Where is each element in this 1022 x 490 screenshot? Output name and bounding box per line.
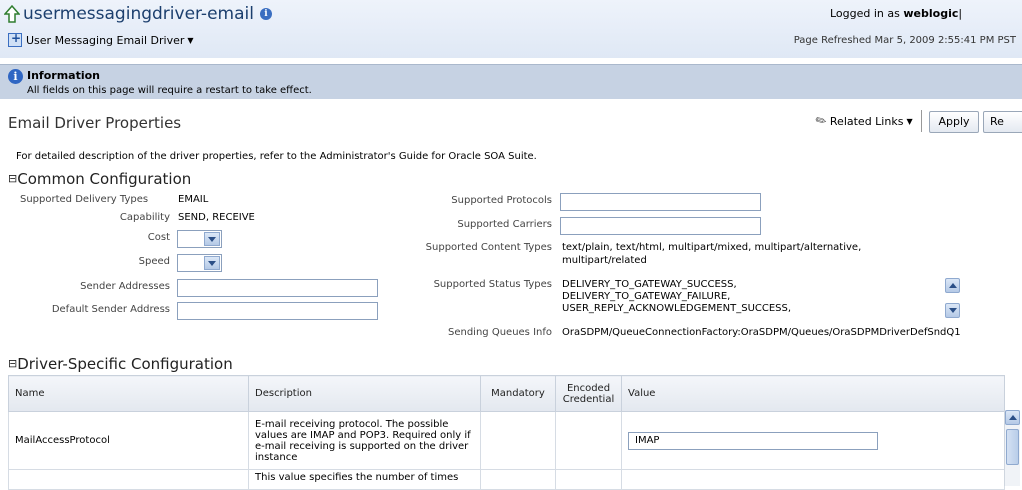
driver-configuration-header[interactable]: ⊟Driver-Specific Configuration [8, 355, 233, 373]
capability-label: Capability [119, 212, 170, 223]
status-type-item: DELIVERY_TO_GATEWAY_FAILURE, [562, 291, 731, 302]
column-header-mandatory[interactable]: Mandatory [480, 375, 556, 412]
sending-queues-label: Sending Queues Info [448, 327, 552, 338]
sending-queues-value: OraSDPM/QueueConnectionFactory:OraSDPM/Q… [562, 327, 961, 338]
related-links-menu[interactable]: ✎ Related Links ▼ [812, 112, 913, 131]
driver-icon [8, 31, 22, 47]
collapse-icon[interactable]: ⊟ [8, 357, 17, 370]
supported-content-types-label: Supported Content Types [425, 242, 552, 253]
capability-value: SEND, RECEIVE [178, 212, 255, 223]
paperclip-icon: ✎ [812, 112, 830, 131]
column-header-name[interactable]: Name [8, 375, 249, 412]
common-configuration-title: Common Configuration [17, 170, 192, 188]
username-link[interactable]: weblogic [903, 7, 958, 20]
related-links-label[interactable]: Related Links [830, 115, 904, 128]
information-icon: i [8, 69, 23, 84]
title-row: usermessagingdriver-email i [4, 4, 272, 24]
speed-label: Speed [138, 256, 170, 267]
page-header: usermessagingdriver-email i User Messagi… [0, 0, 1022, 58]
chevron-down-icon[interactable]: ▼ [187, 36, 193, 45]
page-refreshed: Page Refreshed Mar 5, 2009 2:55:41 PM PS… [793, 35, 1016, 46]
column-header-value[interactable]: Value [621, 375, 1005, 412]
target-menu-label[interactable]: User Messaging Email Driver [26, 34, 184, 47]
common-configuration-header[interactable]: ⊟Common Configuration [8, 170, 191, 188]
scroll-up-icon[interactable] [945, 278, 960, 293]
supported-content-types-value-1: text/plain, text/html, multipart/mixed, … [562, 242, 862, 253]
chevron-down-icon[interactable] [204, 256, 220, 270]
status-type-item: USER_REPLY_ACKNOWLEDGEMENT_SUCCESS, [562, 303, 792, 314]
supported-protocols-label: Supported Protocols [451, 195, 552, 206]
collapse-icon[interactable]: ⊟ [8, 172, 17, 185]
supported-carriers-label: Supported Carriers [457, 219, 552, 230]
encoded-credential-cell [555, 411, 622, 470]
driver-configuration-title: Driver-Specific Configuration [17, 355, 233, 373]
cost-label: Cost [147, 232, 170, 243]
up-arrow-icon[interactable] [4, 5, 20, 23]
column-header-description[interactable]: Description [248, 375, 481, 412]
property-description: E-mail receiving protocol. The possible … [248, 411, 481, 470]
property-description: This value specifies the number of times [248, 469, 481, 490]
table-row[interactable]: This value specifies the number of times [8, 469, 1005, 490]
information-title: Information [27, 69, 100, 82]
default-sender-input[interactable] [177, 302, 378, 320]
target-menu[interactable]: User Messaging Email Driver ▼ [8, 31, 194, 47]
chevron-down-icon[interactable]: ▼ [906, 117, 912, 126]
information-banner: i Information All fields on this page wi… [0, 64, 1022, 99]
table-header-row: Name Description Mandatory Encoded Crede… [8, 375, 1005, 412]
supported-status-types-label: Supported Status Types [433, 279, 552, 290]
page-title: Email Driver Properties [8, 114, 182, 132]
scroll-up-icon[interactable] [1005, 410, 1020, 425]
toolbar-divider [921, 110, 922, 132]
info-icon[interactable]: i [259, 8, 272, 20]
login-status: Logged in as weblogic| [830, 7, 963, 20]
page-description: For detailed description of the driver p… [16, 151, 537, 162]
delivery-types-label: Supported Delivery Types [20, 194, 149, 205]
encoded-credential-cell [555, 469, 622, 490]
logged-in-label: Logged in as [830, 7, 900, 20]
cost-select[interactable] [177, 230, 222, 248]
column-header-encoded-credential[interactable]: Encoded Credential [555, 375, 622, 412]
speed-select[interactable] [177, 254, 222, 272]
table-row[interactable]: MailAccessProtocol E-mail receiving prot… [8, 411, 1005, 470]
property-name [8, 469, 249, 490]
supported-protocols-input[interactable] [560, 193, 761, 211]
value-cell [621, 469, 1005, 490]
delivery-types-value: EMAIL [178, 194, 209, 205]
sender-addresses-input[interactable] [177, 279, 378, 297]
chevron-down-icon[interactable] [204, 232, 220, 246]
status-type-item: DELIVERY_TO_GATEWAY_SUCCESS, [562, 279, 737, 290]
information-text: All fields on this page will require a r… [27, 85, 312, 96]
driver-properties-table: Name Description Mandatory Encoded Crede… [8, 375, 1005, 490]
table-scrollbar[interactable] [1004, 410, 1020, 486]
default-sender-label: Default Sender Address [51, 304, 170, 315]
value-cell: IMAP [621, 411, 1005, 470]
scroll-down-icon[interactable] [945, 303, 960, 318]
property-name: MailAccessProtocol [8, 411, 249, 470]
supported-content-types-value-2: multipart/related [562, 255, 647, 266]
app-title: usermessagingdriver-email [23, 4, 254, 24]
sender-addresses-label: Sender Addresses [80, 281, 170, 292]
apply-button[interactable]: Apply [929, 111, 979, 133]
mandatory-cell [480, 411, 556, 470]
scrollbar-thumb[interactable] [1006, 429, 1019, 465]
mandatory-cell [480, 469, 556, 490]
revert-button[interactable]: Re [983, 111, 1022, 133]
supported-carriers-input[interactable] [560, 217, 761, 235]
property-value-input[interactable]: IMAP [628, 431, 878, 450]
